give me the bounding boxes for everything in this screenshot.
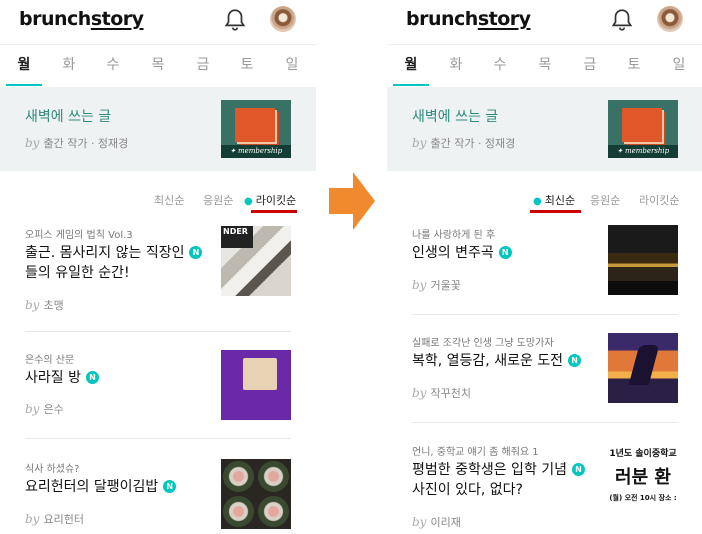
article-author: by 작꾸천치	[412, 386, 471, 400]
bell-icon[interactable]	[222, 7, 248, 33]
poster-line3: (월) 오전 10시 장소 :	[609, 494, 677, 502]
tab-sat[interactable]: 토	[619, 54, 649, 74]
tab-sat[interactable]: 토	[232, 54, 262, 74]
divider	[412, 422, 678, 423]
article-magazine: 식사 하셨슈?	[25, 464, 80, 475]
article-thumbnail	[221, 350, 291, 420]
weekday-tabs: 월 화 수 목 금 토 일	[387, 44, 702, 87]
magazine-cover-image: ✦ membership	[221, 100, 291, 158]
article-author: by 이리재	[412, 515, 461, 529]
article-item[interactable]: 식사 하셨슈? 요리헌터의 달팽이김밥 N by 요리헌터	[25, 459, 295, 534]
active-tab-indicator	[393, 84, 429, 86]
highlight-underline	[530, 210, 581, 213]
arrow-right-icon	[329, 172, 375, 230]
article-magazine: 은수의 산문	[25, 355, 75, 366]
article-thumbnail: 1년도 솔이중학교 러분 환 (월) 오전 10시 장소 :	[608, 443, 678, 513]
book-image	[622, 108, 662, 142]
sort-cheer[interactable]: 응원순	[203, 192, 233, 208]
magazine-cover-image: ✦ membership	[608, 100, 678, 158]
new-badge: N	[189, 246, 203, 259]
app-header: brunchstory	[0, 0, 316, 42]
sort-latest[interactable]: 최신순	[154, 192, 184, 208]
divider	[25, 438, 291, 439]
book-image	[235, 108, 275, 142]
divider	[25, 331, 291, 332]
article-author: by 거울꽃	[412, 278, 461, 292]
featured-magazine[interactable]: 새벽에 쓰는 글 by 출간 작가 · 정재경 ✦ membership	[0, 87, 316, 171]
magazine-title: 새벽에 쓰는 글	[25, 109, 112, 125]
new-badge: N	[568, 354, 582, 367]
magazine-title: 새벽에 쓰는 글	[412, 109, 499, 125]
thumbnail-text: NDER	[221, 226, 253, 248]
tab-wed[interactable]: 수	[485, 54, 515, 74]
brunch-logo[interactable]: brunchstory	[406, 8, 531, 30]
active-dot: ●	[244, 196, 253, 207]
sort-latest[interactable]: ● 최신순	[533, 192, 575, 208]
highlight-underline	[251, 210, 297, 213]
divider	[412, 314, 678, 315]
article-title: 요리헌터의 달팽이김밥 N	[25, 477, 177, 497]
tab-sun[interactable]: 일	[277, 54, 307, 74]
tab-thu[interactable]: 목	[530, 54, 560, 74]
tab-mon[interactable]: 월	[396, 54, 426, 74]
weekday-tabs: 월 화 수 목 금 토 일	[0, 44, 316, 87]
article-item[interactable]: 나를 사랑하게 된 후 인생의 변주곡 N by 거울꽃	[412, 225, 682, 310]
tab-tue[interactable]: 화	[441, 54, 471, 74]
avatar[interactable]	[657, 6, 683, 32]
tab-wed[interactable]: 수	[98, 54, 128, 74]
article-magazine: 언니, 중학교 얘기 좀 해줘요 1	[412, 447, 539, 458]
article-item[interactable]: 언니, 중학교 얘기 좀 해줘요 1 평범한 중학생은 입학 기념 N 사진이 있다…	[412, 443, 682, 534]
article-title: 인생의 변주곡 N	[412, 243, 512, 263]
article-item[interactable]: 은수의 산문 사라질 방N by 은수	[25, 350, 295, 431]
thumbnail-photo	[243, 358, 277, 390]
article-title: 사라질 방N	[25, 368, 99, 388]
app-header: brunchstory	[387, 0, 702, 42]
article-magazine: 오피스 게임의 법칙 Vol.3	[25, 230, 133, 241]
screen-before: brunchstory 월 화 수 목 금 토 일 새벽에 쓰는 글 by 출간 …	[0, 0, 316, 534]
article-item[interactable]: 오피스 게임의 법칙 Vol.3 출근. 몸사리지 않는 직장인 N 들의 유일한 …	[25, 226, 295, 316]
new-badge: N	[572, 463, 586, 476]
tab-thu[interactable]: 목	[143, 54, 173, 74]
screen-after: brunchstory 월 화 수 목 금 토 일 새벽에 쓰는 글 by 출간 …	[387, 0, 702, 534]
active-tab-indicator	[6, 84, 42, 86]
article-thumbnail	[608, 333, 678, 403]
tab-fri[interactable]: 금	[188, 54, 218, 74]
active-dot: ●	[533, 196, 542, 207]
membership-badge: ✦ membership	[221, 145, 291, 158]
article-title: 복학, 열등감, 새로운 도전 N	[412, 351, 582, 371]
sort-likeit[interactable]: 라이킷순	[639, 192, 679, 208]
featured-magazine[interactable]: 새벽에 쓰는 글 by 출간 작가 · 정재경 ✦ membership	[387, 87, 702, 171]
sort-cheer[interactable]: 응원순	[590, 192, 620, 208]
sort-options: ● 최신순 응원순 라이킷순	[387, 192, 702, 212]
article-author: by 요리헌터	[25, 512, 84, 526]
article-author: by 은수	[25, 402, 64, 416]
magazine-author: by 출간 작가 · 정재경	[412, 136, 516, 150]
article-magazine: 나를 사랑하게 된 후	[412, 230, 496, 241]
article-thumbnail	[221, 459, 291, 529]
new-badge: N	[85, 371, 99, 384]
poster-line1: 1년도 솔이중학교	[609, 449, 677, 459]
sort-likeit[interactable]: ● 라이킷순	[244, 192, 296, 208]
article-thumbnail	[608, 225, 678, 295]
new-badge: N	[498, 246, 512, 259]
article-title: 평범한 중학생은 입학 기념 N 사진이 있다, 없다?	[412, 460, 586, 500]
article-item[interactable]: 실패로 조각난 인생 그냥 도망가자 복학, 열등감, 새로운 도전 N by 작꾸…	[412, 333, 682, 418]
tab-fri[interactable]: 금	[575, 54, 605, 74]
poster-line2: 러분 환	[615, 467, 671, 488]
new-badge: N	[163, 480, 177, 493]
bell-icon[interactable]	[609, 7, 635, 33]
tab-tue[interactable]: 화	[54, 54, 84, 74]
tab-mon[interactable]: 월	[9, 54, 39, 74]
brunch-logo[interactable]: brunchstory	[19, 8, 144, 30]
membership-badge: ✦ membership	[608, 145, 678, 158]
sort-options: 최신순 응원순 ● 라이킷순	[0, 192, 316, 212]
article-author: by 초맹	[25, 298, 64, 312]
article-magazine: 실패로 조각난 인생 그냥 도망가자	[412, 338, 554, 349]
magazine-author: by 출간 작가 · 정재경	[25, 136, 129, 150]
article-thumbnail: NDER	[221, 226, 291, 296]
article-title: 출근. 몸사리지 않는 직장인 N 들의 유일한 순간!	[25, 243, 203, 283]
tab-sun[interactable]: 일	[664, 54, 694, 74]
avatar[interactable]	[270, 6, 296, 32]
